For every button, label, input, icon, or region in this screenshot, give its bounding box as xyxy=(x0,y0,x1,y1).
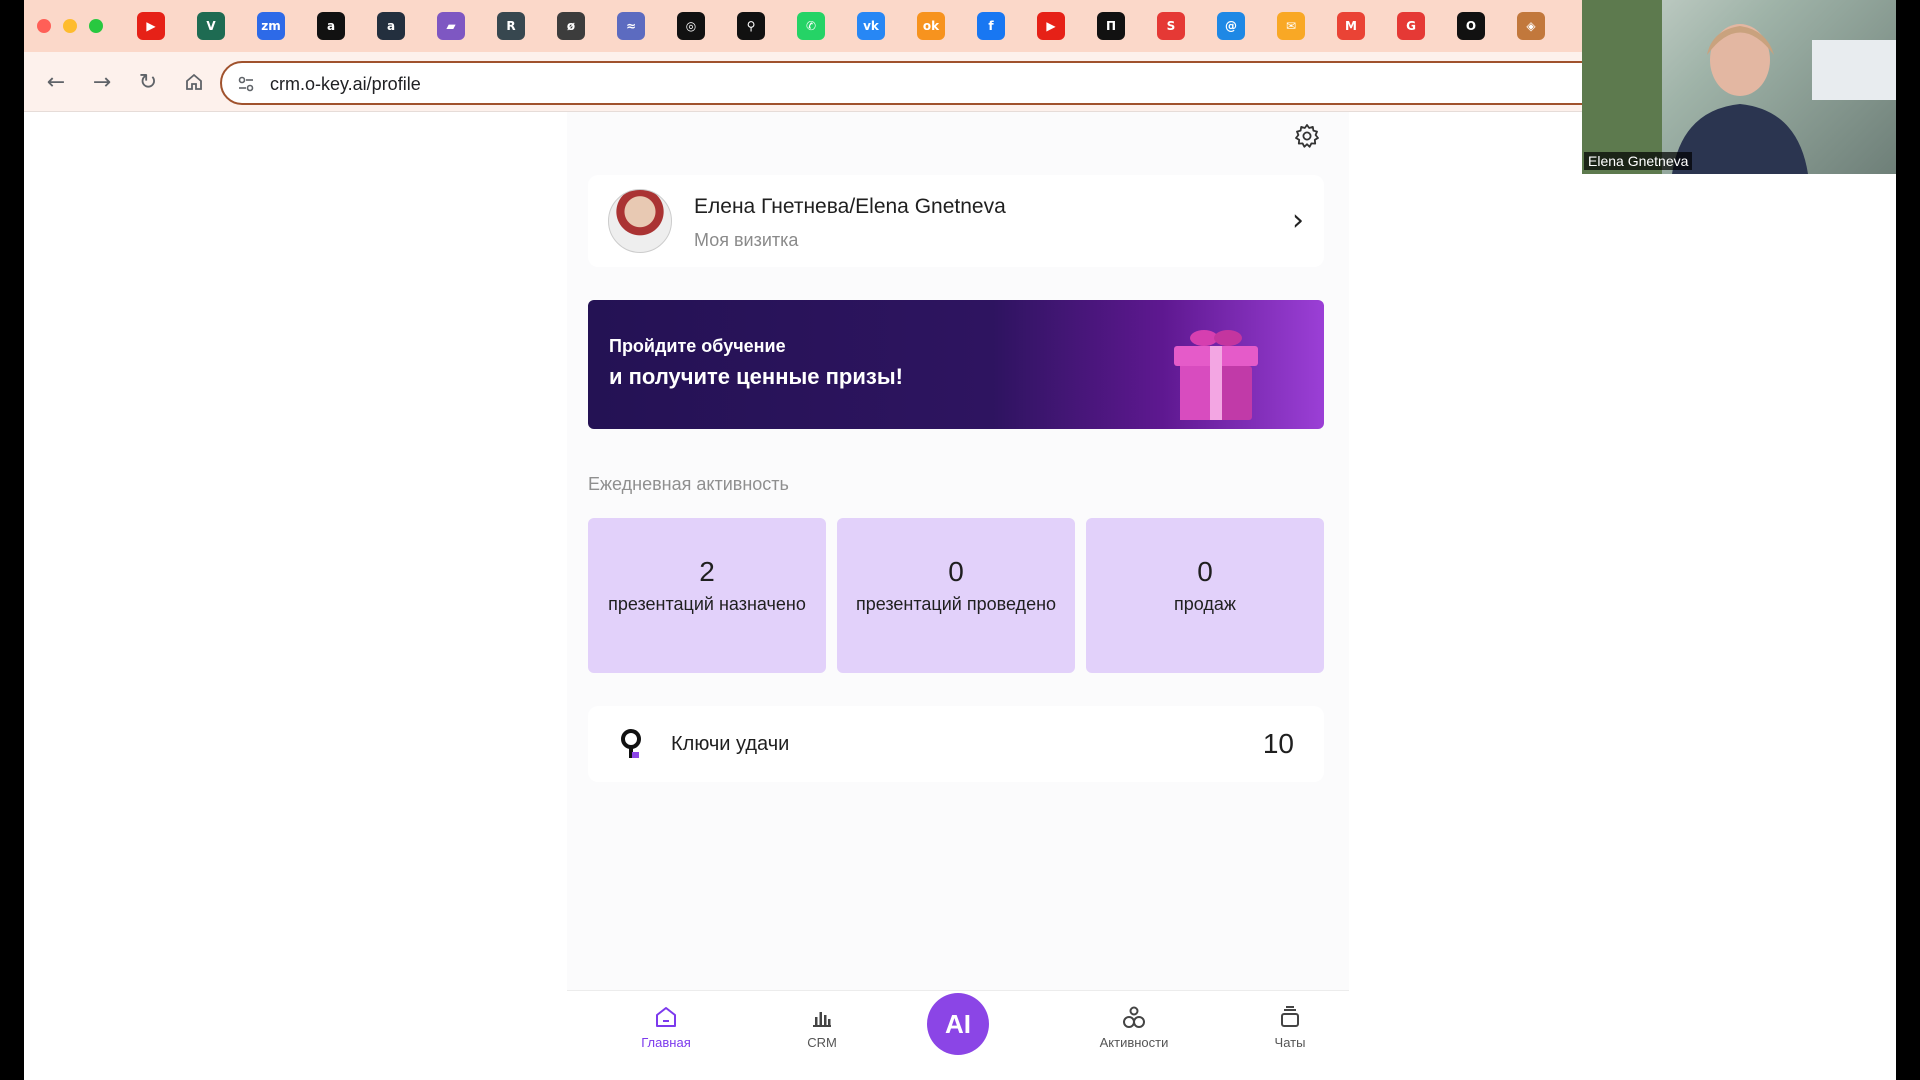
bookmark-youtube-2-icon[interactable]: ▶ xyxy=(1037,12,1065,40)
url-text[interactable]: crm.o-key.ai/profile xyxy=(270,74,421,95)
nav-label-crm: CRM xyxy=(807,1035,837,1050)
chats-icon xyxy=(1281,1006,1299,1027)
bookmark-youtube-icon[interactable]: ▶ xyxy=(137,12,165,40)
bookmark-okey-icon[interactable]: ⚲ xyxy=(737,12,765,40)
address-bar[interactable]: crm.o-key.ai/profile xyxy=(220,61,1620,105)
profile-name: Елена Гнетнева/Elena Gnetneva xyxy=(694,195,1006,218)
nav-item-crm[interactable]: CRM xyxy=(767,1003,877,1063)
reload-button[interactable]: ↻ xyxy=(132,66,164,98)
app-container: Елена Гнетнева/Elena Gnetneva Моя визитк… xyxy=(567,112,1349,1080)
bookmark-vuetify-icon[interactable]: V xyxy=(197,12,225,40)
bar-chart-icon xyxy=(813,1012,831,1027)
luck-keys-label: Ключи удачи xyxy=(671,733,790,755)
stat-label: презентаций назначено xyxy=(608,594,806,614)
bookmark-vk-icon[interactable]: vk xyxy=(857,12,885,40)
bookmark-yandex-mail-icon[interactable]: ✉ xyxy=(1277,12,1305,40)
bookmark-p-app-icon[interactable]: П xyxy=(1097,12,1125,40)
key-icon xyxy=(621,729,641,758)
participant-name: Elena Gnetneva xyxy=(1584,152,1693,170)
home-icon xyxy=(186,73,202,90)
chevron-right-icon: › xyxy=(1292,203,1304,238)
daily-activity-title: Ежедневная активность xyxy=(588,474,789,494)
bookmark-whatsapp-icon[interactable]: ✆ xyxy=(797,12,825,40)
nav-item-home[interactable]: Главная xyxy=(611,1003,721,1063)
luck-keys-value: 10 xyxy=(1262,728,1294,759)
gear-icon xyxy=(1295,124,1319,148)
bookmark-bird-app-icon[interactable]: ≈ xyxy=(617,12,645,40)
stat-label: презентаций проведено xyxy=(855,594,1057,614)
bookmark-amazon-dark-icon[interactable]: a xyxy=(377,12,405,40)
nav-label-home: Главная xyxy=(641,1035,691,1050)
stat-label: продаж xyxy=(1174,594,1236,614)
bookmark-zoom-icon[interactable]: zm xyxy=(257,12,285,40)
bookmark-openai-icon[interactable]: ◎ xyxy=(677,12,705,40)
banner-line-2: и получите ценные призы! xyxy=(609,364,903,389)
training-banner[interactable]: Пройдите обучение и получите ценные приз… xyxy=(588,300,1324,429)
stat-value: 0 xyxy=(1197,556,1213,587)
video-call-overlay[interactable]: Elena Gnetneva xyxy=(1582,0,1896,174)
bookmark-odnoklassniki-icon[interactable]: ok xyxy=(917,12,945,40)
bottom-navigation: Главная CRM AI Активности Чаты xyxy=(567,990,1349,1080)
bookmark-gmail-icon[interactable]: M xyxy=(1337,12,1365,40)
bookmark-mail-app-icon[interactable]: @ xyxy=(1217,12,1245,40)
bookmark-g-app-icon[interactable]: G xyxy=(1397,12,1425,40)
ai-button[interactable]: AI xyxy=(927,993,989,1055)
bookmark-shield-app-icon[interactable]: ◈ xyxy=(1517,12,1545,40)
forward-arrow-icon: → xyxy=(92,69,112,95)
activities-icon xyxy=(1123,1006,1145,1028)
back-arrow-icon: ← xyxy=(46,69,66,95)
stat-card-presentations-scheduled[interactable]: 2 презентаций назначено xyxy=(588,518,826,673)
bookmark-slash-app-icon[interactable]: ø xyxy=(557,12,585,40)
stat-value: 2 xyxy=(699,556,715,587)
reload-icon: ↻ xyxy=(138,69,158,95)
stat-value: 0 xyxy=(948,556,964,587)
home-icon xyxy=(656,1007,676,1027)
stat-card-presentations-held[interactable]: 0 презентаций проведено xyxy=(837,518,1075,673)
bookmark-bookmark-purple-icon[interactable]: ▰ xyxy=(437,12,465,40)
avatar xyxy=(608,189,672,253)
profile-card[interactable]: Елена Гнетнева/Elena Gnetneva Моя визитк… xyxy=(588,175,1324,267)
maximize-window-button[interactable] xyxy=(89,19,103,33)
bookmark-s-app-icon[interactable]: S xyxy=(1157,12,1185,40)
back-button[interactable]: ← xyxy=(40,66,72,98)
participant-video xyxy=(1582,0,1896,174)
nav-label-chats: Чаты xyxy=(1274,1035,1306,1050)
bookmark-r-app-icon[interactable]: R xyxy=(497,12,525,40)
site-settings-icon[interactable] xyxy=(236,74,256,94)
nav-item-chats[interactable]: Чаты xyxy=(1235,1003,1345,1063)
bookmark-amazon-icon[interactable]: a xyxy=(317,12,345,40)
luck-keys-card[interactable]: Ключи удачи 10 xyxy=(588,706,1324,782)
bookmark-facebook-icon[interactable]: f xyxy=(977,12,1005,40)
minimize-window-button[interactable] xyxy=(63,19,77,33)
home-button[interactable] xyxy=(178,66,210,98)
profile-subtitle: Моя визитка xyxy=(694,230,799,250)
settings-button[interactable] xyxy=(1291,120,1323,152)
nav-item-activities[interactable]: Активности xyxy=(1079,1003,1189,1063)
nav-label-activities: Активности xyxy=(1099,1035,1169,1050)
bookmark-list: ▶ Vzm a a ▰ Rø ≈ ◎ ⚲ ✆ vk ok f ▶ П S @ ✉ M G O ◈ xyxy=(137,12,1577,40)
stat-card-sales[interactable]: 0 продаж xyxy=(1086,518,1324,673)
bookmark-o-app-icon[interactable]: O xyxy=(1457,12,1485,40)
close-window-button[interactable] xyxy=(37,19,51,33)
forward-button[interactable]: → xyxy=(86,66,118,98)
gift-icon xyxy=(1174,330,1258,420)
browser-window: ▶ Vzm a a ▰ Rø ≈ ◎ ⚲ ✆ vk ok f ▶ П S @ ✉ M G O ◈ ← → ↻ crm.o-… xyxy=(24,0,1896,1080)
banner-line-1: Пройдите обучение xyxy=(609,336,786,356)
